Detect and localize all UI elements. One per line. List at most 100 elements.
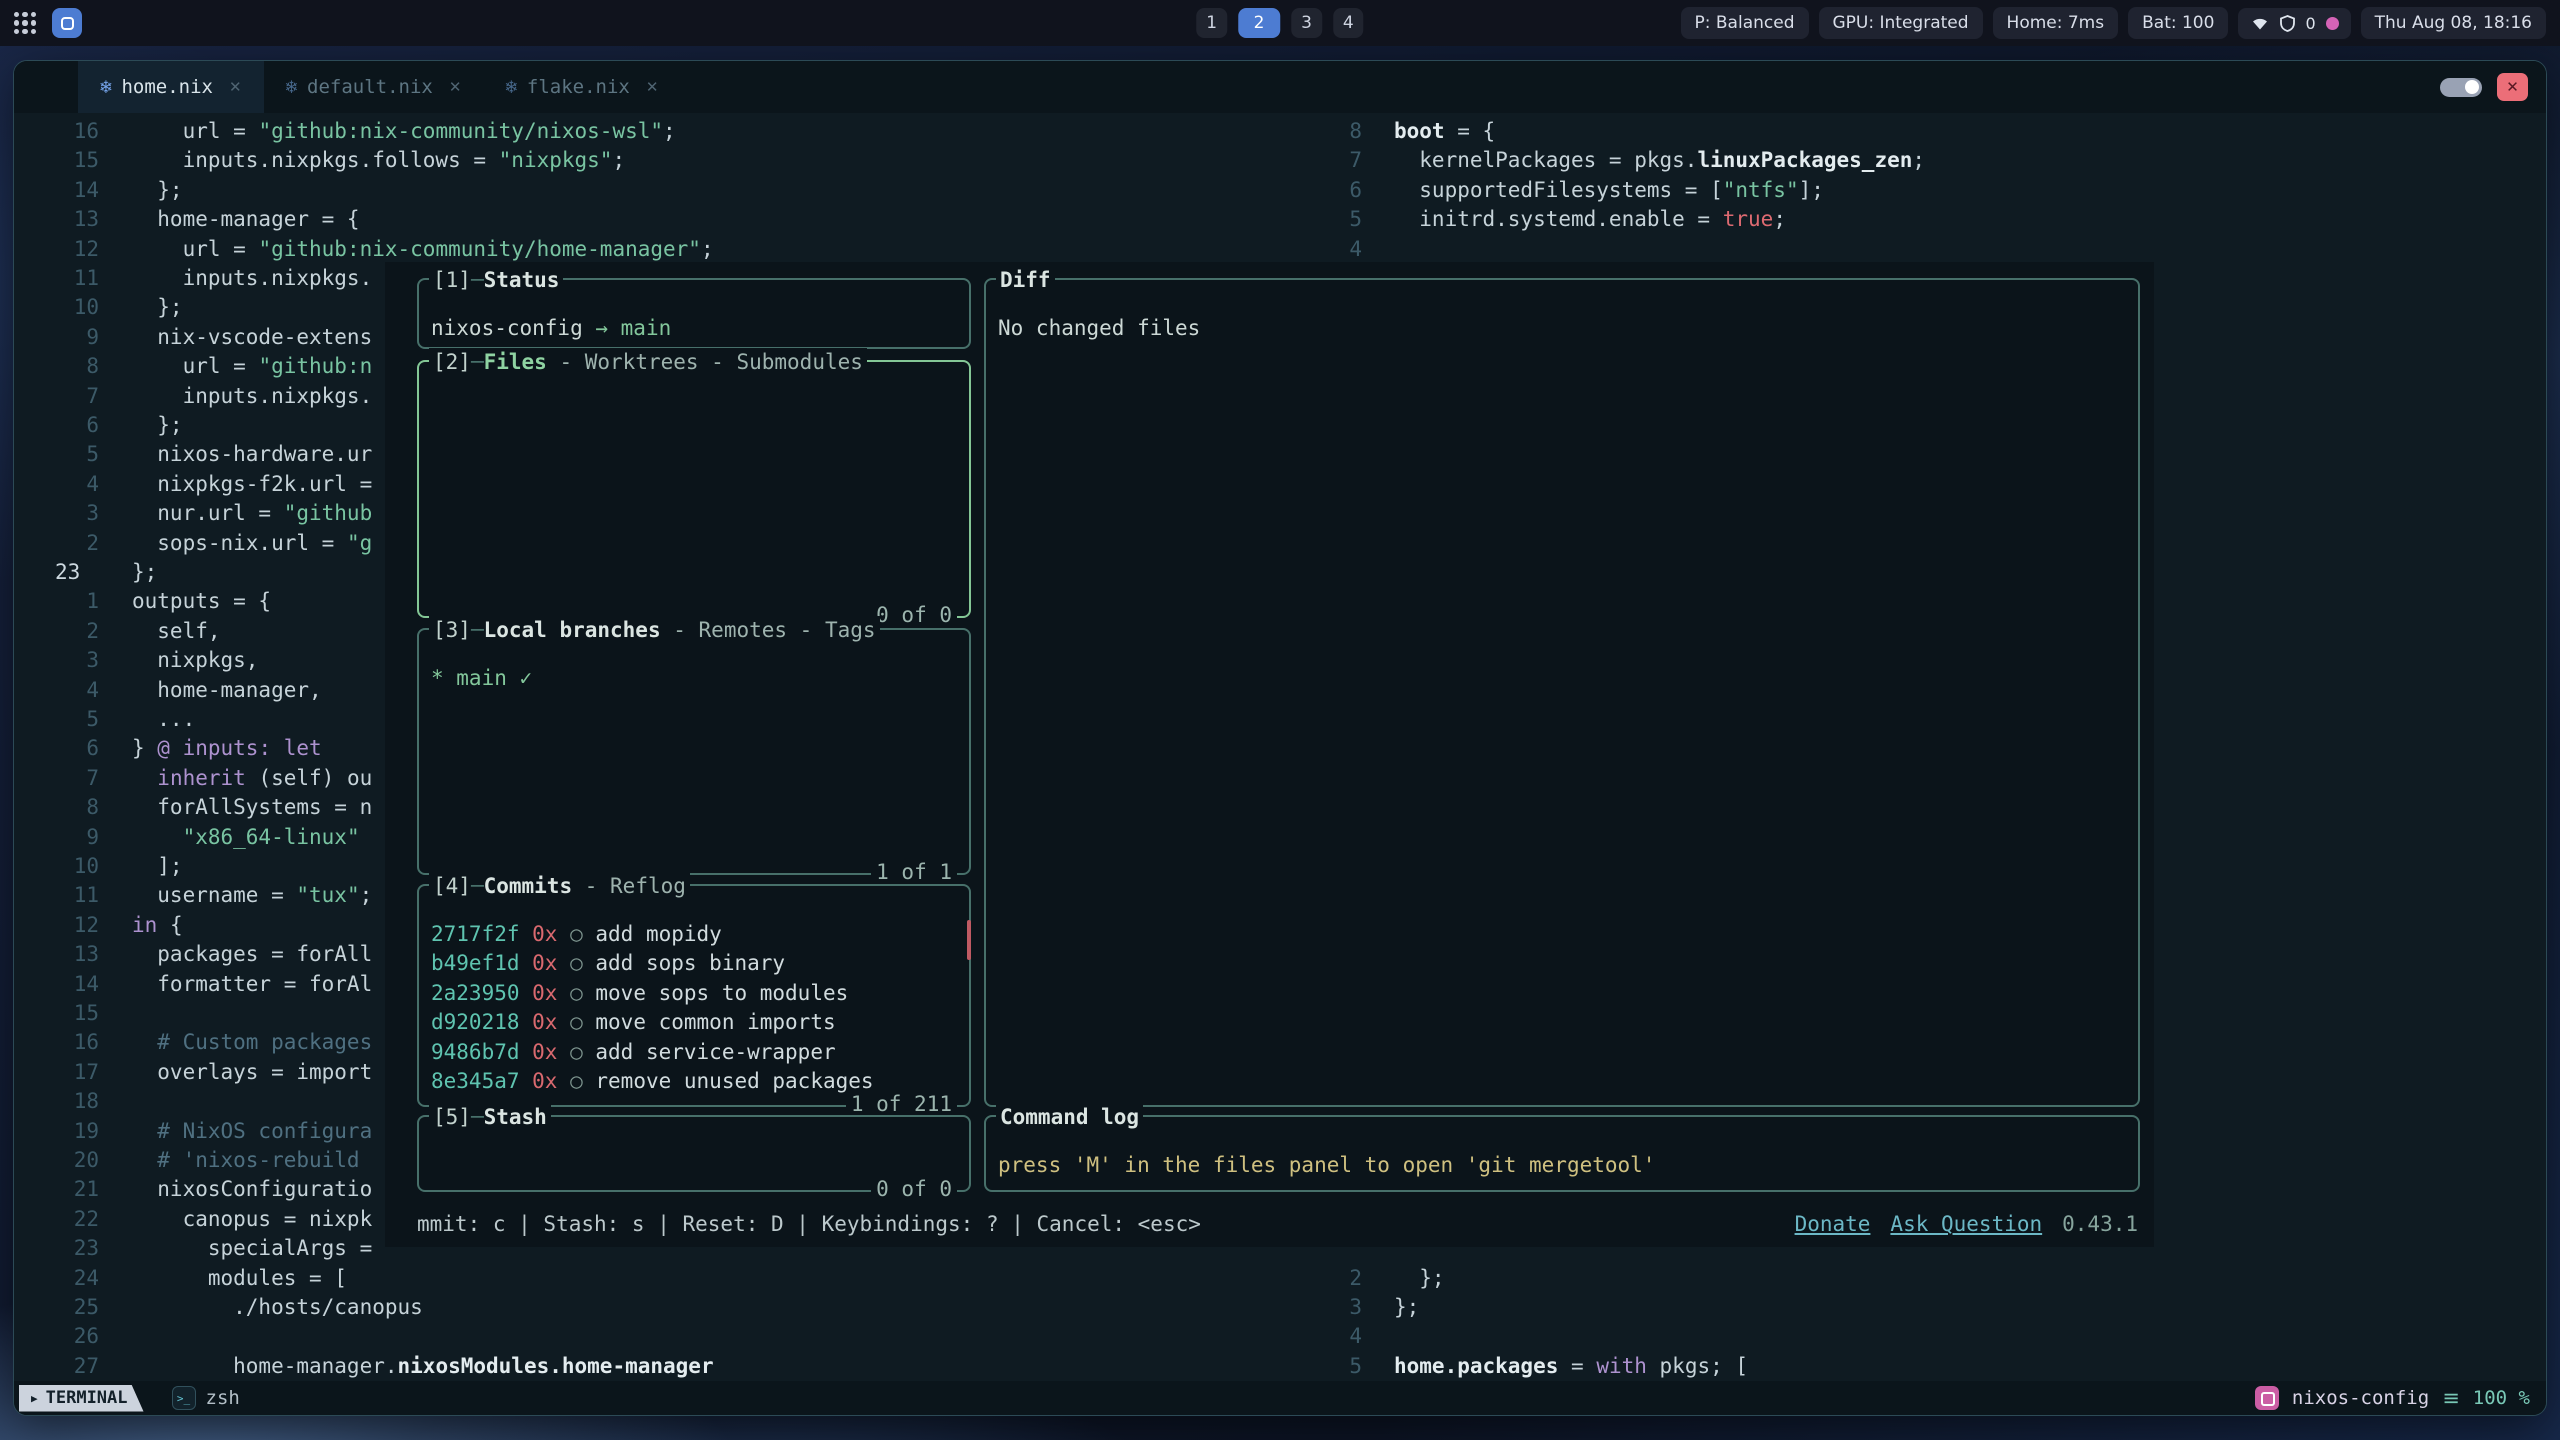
code-line[interactable]: 6 supportedFilesystems = ["ntfs"]; <box>1317 176 2546 205</box>
lazygit-files-panel[interactable]: [2]─Files - Worktrees - Submodules 0 of … <box>417 360 971 618</box>
code-text: ./hosts/canopus <box>132 1293 423 1322</box>
line-number: 5 <box>1317 1352 1362 1381</box>
code-text: }; <box>132 293 183 322</box>
line-number: 13 <box>14 940 99 969</box>
indicator-dot-icon[interactable] <box>2326 17 2339 30</box>
donate-link[interactable]: Donate <box>1795 1210 1871 1239</box>
status-module-0: P: Balanced <box>1681 7 1809 39</box>
line-number: 21 <box>14 1175 99 1204</box>
pin-toggle[interactable] <box>2440 78 2482 97</box>
line-number: 5 <box>1317 205 1362 234</box>
code-line[interactable]: 8boot = { <box>1317 117 2546 146</box>
panel-title: [3]─Local branches - Remotes - Tags <box>429 616 880 645</box>
status-module-1: GPU: Integrated <box>1819 7 1983 39</box>
code-text: initrd.systemd.enable = true; <box>1394 205 1786 234</box>
line-number: 14 <box>14 970 99 999</box>
tabbar: ❄home.nix✕❄default.nix✕❄flake.nix✕ ✕ <box>14 61 2546 113</box>
commit-row[interactable]: 2a23950 0x ○ move sops to modules <box>431 979 957 1008</box>
lazygit-commits-panel[interactable]: [4]─Commits - Reflog 2717f2f 0x ○ add mo… <box>417 884 971 1107</box>
commits-scrollbar[interactable] <box>967 920 971 960</box>
code-text: supportedFilesystems = ["ntfs"]; <box>1394 176 1824 205</box>
line-number: 7 <box>14 764 99 793</box>
commit-row[interactable]: b49ef1d 0x ○ add sops binary <box>431 949 957 978</box>
lazygit-command-log-panel[interactable]: Command log press 'M' in the files panel… <box>984 1115 2140 1192</box>
line-number: 15 <box>14 999 99 1028</box>
code-text: }; <box>132 558 157 587</box>
code-line[interactable]: 4 <box>1317 235 2546 264</box>
top-status-bar: 1234 P: Balanced GPU: Integrated Home: 7ms… <box>0 0 2560 46</box>
code-line[interactable]: 7 kernelPackages = pkgs.linuxPackages_ze… <box>1317 146 2546 175</box>
app-launcher-icon[interactable] <box>14 12 36 34</box>
tab-flake.nix[interactable]: ❄flake.nix✕ <box>483 61 680 113</box>
commit-row[interactable]: 9486b7d 0x ○ add service-wrapper <box>431 1038 957 1067</box>
code-text: nixpkgs, <box>132 646 258 675</box>
diff-content: No changed files <box>986 280 2138 343</box>
clock[interactable]: Thu Aug 08, 18:16 <box>2361 7 2546 39</box>
lazygit-diff-panel[interactable]: Diff No changed files <box>984 278 2140 1107</box>
code-text: canopus = nixpk <box>132 1205 372 1234</box>
line-number: 16 <box>14 1028 99 1057</box>
code-line[interactable]: 15 inputs.nixpkgs.follows = "nixpkgs"; <box>14 146 1317 175</box>
line-number: 11 <box>14 881 99 910</box>
scroll-position: 100 % <box>2473 1387 2530 1409</box>
workspaces: 1234 <box>1196 0 1363 46</box>
lazygit-branches-panel[interactable]: [3]─Local branches - Remotes - Tags * ma… <box>417 628 971 875</box>
tab-close-icon[interactable]: ✕ <box>229 78 242 96</box>
tab-default.nix[interactable]: ❄default.nix✕ <box>264 61 484 113</box>
workspace-button-4[interactable]: 4 <box>1333 8 1364 38</box>
line-number: 12 <box>14 235 99 264</box>
code-line[interactable]: 2 }; <box>1317 1264 2546 1293</box>
line-number: 3 <box>14 499 99 528</box>
code-text: kernelPackages = pkgs.linuxPackages_zen; <box>1394 146 1925 175</box>
panel-title: [5]─Stash <box>429 1103 551 1132</box>
line-number: 23 <box>14 1234 99 1263</box>
line-number: 6 <box>1317 176 1362 205</box>
tab-home.nix[interactable]: ❄home.nix✕ <box>78 61 264 113</box>
wifi-icon[interactable] <box>2250 15 2270 31</box>
code-text: outputs = { <box>132 587 271 616</box>
line-number: 4 <box>14 676 99 705</box>
commit-row[interactable]: 2717f2f 0x ○ add mopidy <box>431 920 957 949</box>
tab-close-icon[interactable]: ✕ <box>449 78 462 96</box>
workspace-button-2[interactable]: 2 <box>1238 8 1280 38</box>
code-line[interactable]: 5home.packages = with pkgs; [ <box>1317 1352 2546 1381</box>
line-number: 4 <box>1317 235 1362 264</box>
line-number: 13 <box>14 205 99 234</box>
line-number: 11 <box>14 264 99 293</box>
code-line[interactable]: 3}; <box>1317 1293 2546 1322</box>
line-number: 8 <box>14 352 99 381</box>
code-line[interactable]: 14 }; <box>14 176 1317 205</box>
code-text: nixosConfiguratio <box>132 1175 372 1204</box>
ask-question-link[interactable]: Ask Question <box>1890 1210 2042 1239</box>
window-close-button[interactable]: ✕ <box>2497 73 2528 101</box>
shield-icon[interactable] <box>2280 15 2295 32</box>
line-number: 6 <box>14 734 99 763</box>
panel-title: Diff <box>996 266 1055 295</box>
line-number: 10 <box>14 852 99 881</box>
tab-close-icon[interactable]: ✕ <box>646 78 659 96</box>
lazygit-stash-panel[interactable]: [5]─Stash 0 of 0 <box>417 1115 971 1192</box>
status-module-2: Home: 7ms <box>1993 7 2119 39</box>
branch-item[interactable]: * main ✓ <box>431 666 532 690</box>
panel-title: Command log <box>996 1103 1143 1132</box>
workspace-button-1[interactable]: 1 <box>1196 8 1227 38</box>
line-number: 1 <box>14 587 99 616</box>
code-line[interactable]: 13 home-manager = { <box>14 205 1317 234</box>
lazygit-status-panel[interactable]: [1]─Status nixos-config → main <box>417 278 971 349</box>
panel-title: [4]─Commits - Reflog <box>429 872 690 901</box>
code-line[interactable]: 5 initrd.systemd.enable = true; <box>1317 205 2546 234</box>
code-line[interactable]: 16 url = "github:nix-community/nixos-wsl… <box>14 117 1317 146</box>
line-number: 3 <box>1317 1293 1362 1322</box>
code-line[interactable]: 27 home-manager.nixosModules.home-manage… <box>14 1352 1317 1381</box>
commit-row[interactable]: d920218 0x ○ move common imports <box>431 1008 957 1037</box>
code-line[interactable]: 4 <box>1317 1322 2546 1351</box>
code-text: overlays = import <box>132 1058 372 1087</box>
code-line[interactable]: 25 ./hosts/canopus <box>14 1293 1317 1322</box>
mode-label: TERMINAL <box>46 1388 128 1408</box>
workspace-button-3[interactable]: 3 <box>1291 8 1322 38</box>
code-line[interactable]: 24 modules = [ <box>14 1264 1317 1293</box>
line-number: 9 <box>14 823 99 852</box>
code-line[interactable]: 12 url = "github:nix-community/home-mana… <box>14 235 1317 264</box>
code-line[interactable]: 26 <box>14 1322 1317 1351</box>
commit-list: 2717f2f 0x ○ add mopidyb49ef1d 0x ○ add … <box>419 886 969 1096</box>
